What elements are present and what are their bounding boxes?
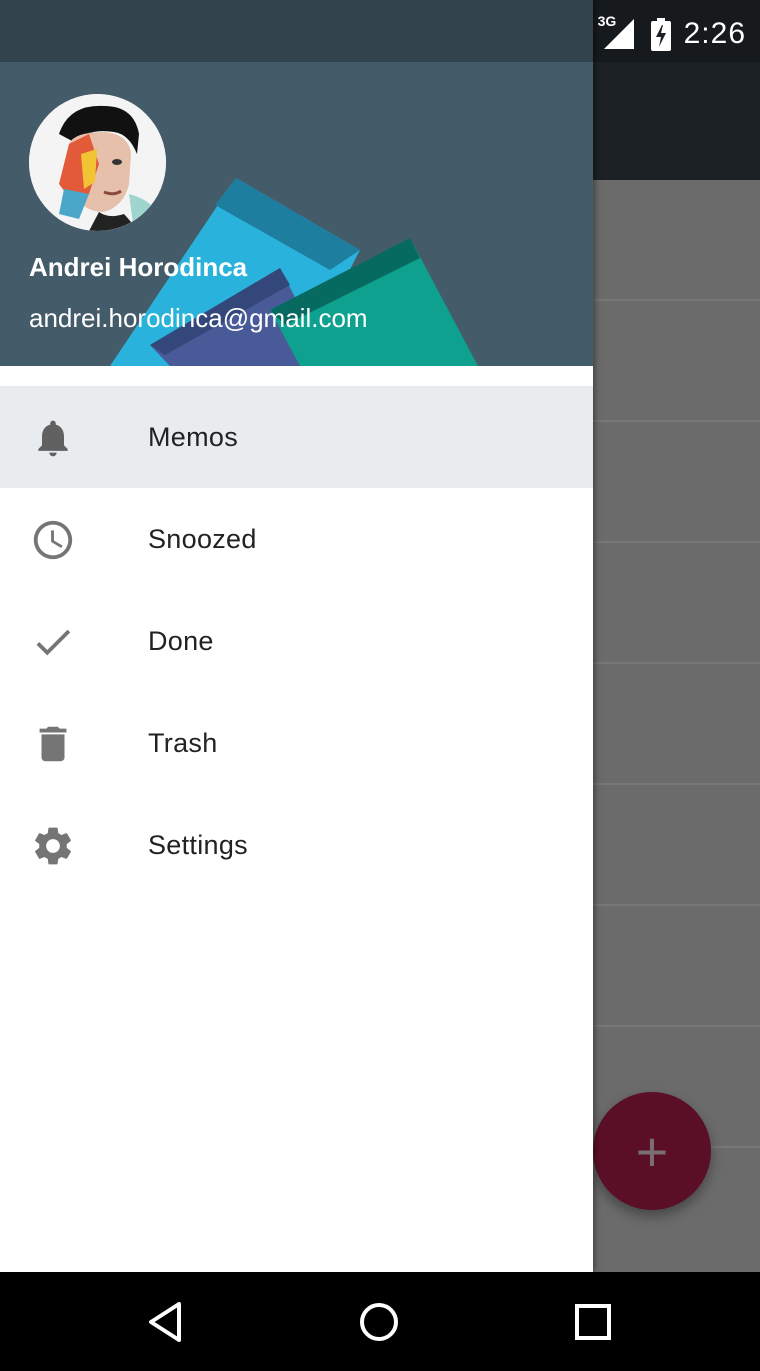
- system-nav-bar: [0, 1272, 760, 1371]
- bell-icon: [30, 415, 76, 461]
- recents-square-icon: [575, 1304, 611, 1340]
- drawer-item-label: Settings: [148, 829, 248, 860]
- drawer-item-done[interactable]: Done: [0, 590, 593, 692]
- drawer-item-label: Memos: [148, 421, 239, 452]
- add-memo-button[interactable]: +: [593, 1092, 711, 1210]
- drawer-header: Andrei Horodinca andrei.horodinca@gmail.…: [0, 0, 593, 366]
- status-bar-indicators: 3G 2:26: [598, 13, 746, 54]
- navigation-drawer: Andrei Horodinca andrei.horodinca@gmail.…: [0, 0, 593, 1272]
- clock-icon: [30, 517, 76, 563]
- check-icon: [30, 619, 76, 665]
- plus-icon: +: [635, 1119, 669, 1183]
- drawer-item-trash[interactable]: Trash: [0, 692, 593, 794]
- trash-icon: [30, 721, 76, 767]
- avatar[interactable]: [29, 94, 166, 231]
- cell-signal-icon: 3G: [598, 13, 636, 51]
- clock-time: 2:26: [683, 17, 746, 50]
- home-circle-icon: [360, 1303, 398, 1341]
- drawer-menu: Memos Snoozed Done Trash Settings: [0, 386, 593, 896]
- back-triangle-icon: [149, 1302, 181, 1342]
- drawer-item-settings[interactable]: Settings: [0, 794, 593, 896]
- account-name: Andrei Horodinca: [29, 252, 248, 282]
- drawer-item-memos[interactable]: Memos: [0, 386, 593, 488]
- drawer-status-bar: [0, 0, 593, 62]
- recents-button[interactable]: [568, 1297, 618, 1347]
- drawer-item-label: Trash: [148, 727, 218, 758]
- battery-charging-icon: [650, 18, 671, 51]
- drawer-item-label: Snoozed: [148, 523, 257, 554]
- drawer-item-snoozed[interactable]: Snoozed: [0, 488, 593, 590]
- drawer-item-label: Done: [148, 625, 214, 656]
- profile-photo: [29, 94, 166, 231]
- gear-icon: [30, 823, 76, 869]
- account-email: andrei.horodinca@gmail.com: [29, 303, 368, 333]
- back-button[interactable]: [140, 1297, 190, 1347]
- home-button[interactable]: [354, 1297, 404, 1347]
